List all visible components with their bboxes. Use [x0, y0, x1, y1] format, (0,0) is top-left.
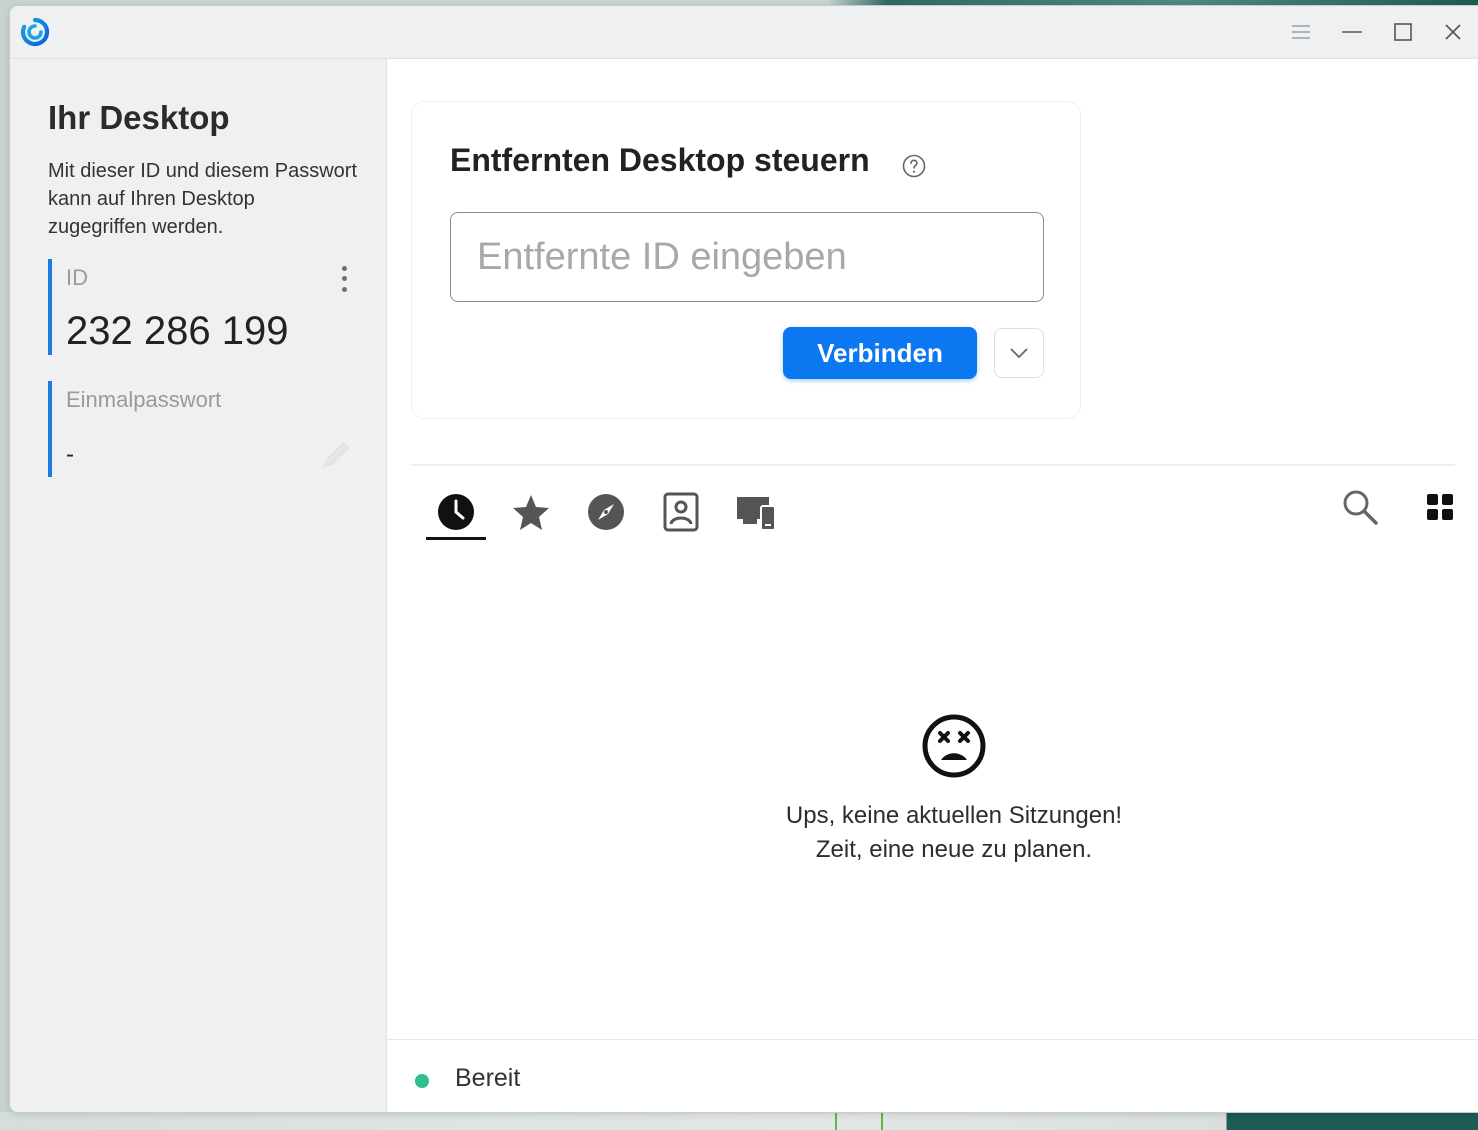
close-icon[interactable] — [1438, 18, 1468, 46]
section-divider — [411, 464, 1455, 466]
password-value: - — [66, 441, 74, 468]
connect-card: Entfernten Desktop steuern Verbinden — [411, 101, 1081, 419]
edit-pencil-icon[interactable] — [318, 437, 354, 473]
id-field: ID 232 286 199 — [48, 259, 348, 355]
taskbar-icon-fragment — [835, 1112, 883, 1130]
hamburger-menu-icon[interactable] — [1286, 18, 1316, 46]
sad-face-icon — [922, 714, 986, 778]
empty-state-line-1: Ups, keine aktuellen Sitzungen! — [785, 802, 1123, 829]
sidebar-title: Ihr Desktop — [48, 99, 230, 136]
connect-options-dropdown[interactable] — [994, 328, 1044, 378]
connect-title: Entfernten Desktop steuern — [450, 142, 870, 178]
remote-id-input[interactable] — [450, 212, 1044, 302]
status-text: Bereit — [455, 1064, 521, 1092]
sidebar-description: Mit dieser ID und diesem Passwort kann a… — [48, 160, 358, 238]
maximize-icon[interactable] — [1388, 18, 1418, 46]
help-icon[interactable] — [902, 154, 926, 178]
sidebar: Ihr Desktop Mit dieser ID und diesem Pas… — [10, 59, 387, 1112]
devices-icon — [737, 497, 776, 531]
address-book-icon — [663, 492, 699, 532]
grid-view-icon[interactable] — [1420, 487, 1460, 527]
tab-devices[interactable] — [726, 484, 786, 540]
more-options-icon[interactable] — [334, 263, 354, 295]
search-icon[interactable] — [1340, 487, 1380, 527]
minimize-icon[interactable] — [1337, 18, 1367, 46]
tab-favorites[interactable] — [501, 484, 561, 540]
connect-button[interactable]: Verbinden — [783, 327, 977, 379]
status-indicator — [415, 1074, 429, 1088]
id-label: ID — [66, 265, 88, 290]
tab-discovered[interactable] — [576, 484, 636, 540]
status-bar: Bereit — [387, 1039, 1478, 1112]
password-field: Einmalpasswort - — [48, 381, 349, 477]
password-label: Einmalpasswort — [66, 387, 222, 412]
tab-recent[interactable] — [426, 484, 486, 540]
chevron-down-icon — [1010, 348, 1028, 359]
empty-state-line-2: Zeit, eine neue zu planen. — [815, 836, 1093, 863]
desktop-bottom-strip — [0, 1112, 1478, 1130]
favorites-star-icon — [513, 495, 549, 530]
id-value[interactable]: 232 286 199 — [66, 309, 288, 354]
app-logo-icon — [20, 17, 50, 47]
tab-address-book[interactable] — [651, 484, 711, 540]
app-window: Ihr Desktop Mit dieser ID und diesem Pas… — [10, 6, 1478, 1112]
discovered-compass-icon — [588, 494, 624, 530]
main-panel: Entfernten Desktop steuern Verbinden — [387, 59, 1478, 1112]
recent-clock-icon — [438, 494, 474, 530]
title-bar — [10, 6, 1478, 59]
